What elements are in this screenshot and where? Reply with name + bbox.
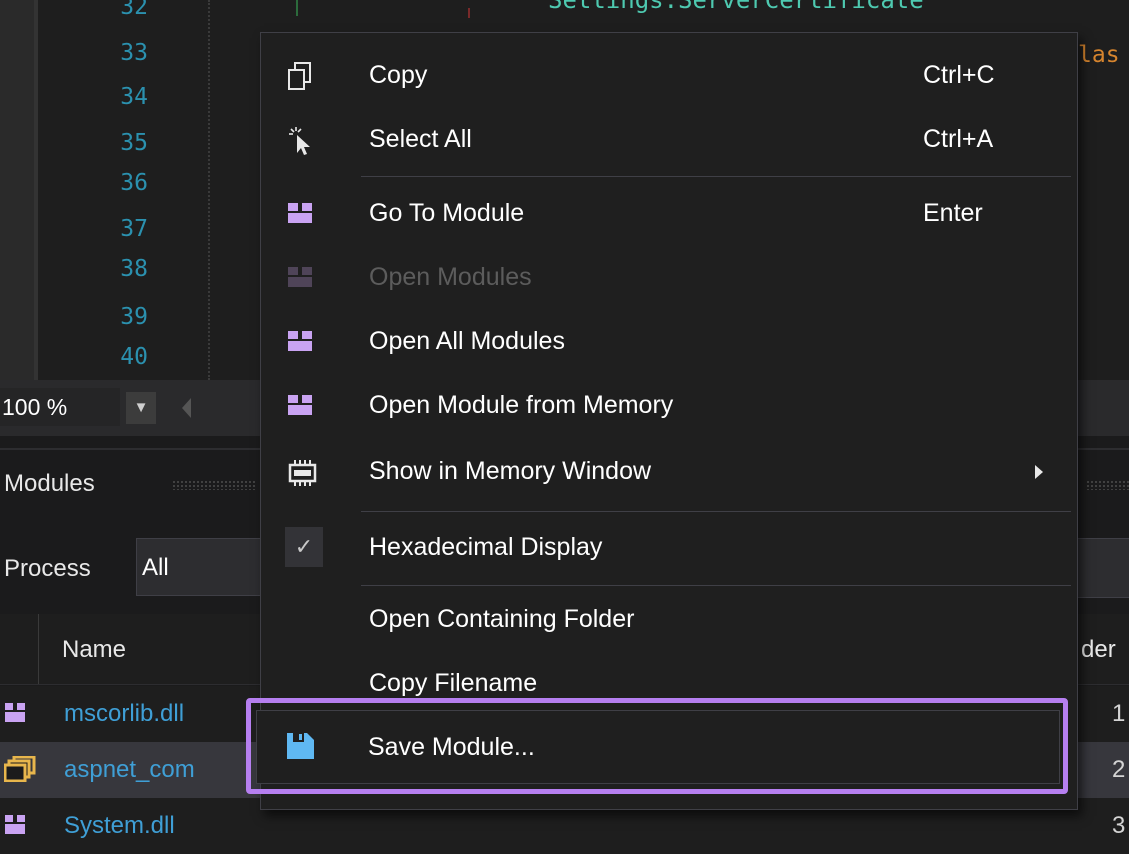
code-keyword[interactable]: las	[1078, 42, 1120, 68]
module-icon	[288, 203, 312, 223]
line-number: 36	[120, 170, 148, 196]
menu-item-label: Open Module from Memory	[369, 391, 674, 419]
menu-item-open-containing-folder[interactable]: Open Containing Folder	[261, 591, 1077, 651]
module-order: 1	[1112, 700, 1126, 727]
menu-item-label: Open Containing Folder	[369, 605, 635, 633]
menu-separator	[361, 585, 1071, 586]
module-order: 3	[1112, 812, 1126, 839]
panel-drag-grip[interactable]	[1086, 480, 1129, 490]
menu-item-label: Open Modules	[369, 263, 532, 291]
indent-guide	[208, 0, 210, 380]
menu-item-copy[interactable]: Copy Ctrl+C	[261, 47, 1077, 107]
module-icon	[5, 815, 25, 834]
line-number: 38	[120, 256, 148, 282]
module-order: 2	[1112, 756, 1126, 783]
menu-item-label: Show in Memory Window	[369, 457, 652, 485]
menu-item-select-all[interactable]: Select All Ctrl+A	[261, 111, 1077, 171]
change-marker	[468, 8, 470, 18]
column-separator[interactable]	[38, 614, 39, 684]
module-icon	[288, 331, 312, 351]
menu-item-label: Copy Filename	[369, 669, 538, 697]
memory-chip-icon	[288, 460, 317, 486]
module-name: System.dll	[64, 812, 175, 839]
menu-item-label: Save Module...	[368, 733, 535, 761]
menu-item-shortcut: Enter	[923, 199, 983, 227]
indicator-strip	[34, 0, 38, 380]
menu-item-open-all-modules[interactable]: Open All Modules	[261, 313, 1077, 373]
menu-item-go-to-module[interactable]: Go To Module Enter	[261, 185, 1077, 245]
column-header-order[interactable]: der	[1081, 636, 1116, 664]
copy-icon	[288, 62, 311, 90]
module-icon	[288, 395, 312, 415]
module-icon	[288, 267, 312, 287]
process-select[interactable]: All	[136, 538, 276, 596]
menu-item-label: Copy	[369, 61, 428, 89]
menu-item-hexadecimal-display[interactable]: ✓ Hexadecimal Display	[261, 519, 1077, 579]
select-all-icon	[289, 127, 310, 155]
process-label: Process	[4, 555, 91, 582]
process-select-end[interactable]	[1076, 538, 1129, 598]
line-number: 34	[120, 84, 148, 110]
panel-drag-grip[interactable]	[172, 480, 256, 490]
line-number: 35	[120, 130, 148, 156]
line-number: 33	[120, 40, 148, 66]
zoom-dropdown-button[interactable]: ▼	[126, 392, 156, 424]
menu-item-save-module[interactable]: Save Module...	[256, 710, 1060, 784]
code-line[interactable]: Settings.ServerCertificate	[548, 0, 924, 14]
menu-separator	[361, 511, 1071, 512]
change-marker	[296, 0, 298, 16]
module-name: mscorlib.dll	[64, 700, 185, 727]
editor-margin	[0, 0, 34, 380]
module-stack-icon	[4, 756, 36, 782]
menu-item-shortcut: Ctrl+C	[923, 61, 995, 89]
menu-item-show-in-memory-window[interactable]: Show in Memory Window	[261, 443, 1077, 503]
line-number: 32	[120, 0, 148, 20]
menu-item-label: Go To Module	[369, 199, 525, 227]
line-number: 39	[120, 304, 148, 330]
menu-item-shortcut: Ctrl+A	[923, 125, 994, 153]
column-header-name[interactable]: Name	[62, 636, 126, 664]
line-number: 40	[120, 344, 148, 370]
menu-item-label: Select All	[369, 125, 472, 153]
menu-item-label: Hexadecimal Display	[369, 533, 603, 561]
menu-item-label: Open All Modules	[369, 327, 565, 355]
submenu-arrow-icon	[1035, 465, 1043, 479]
menu-item-open-modules: Open Modules	[261, 249, 1077, 309]
save-icon	[287, 733, 314, 759]
module-icon	[5, 703, 25, 722]
scroll-left-arrow-icon[interactable]	[182, 398, 191, 418]
checkmark-icon: ✓	[285, 527, 323, 567]
zoom-level[interactable]: 100 %	[0, 388, 120, 426]
panel-title: Modules	[4, 470, 95, 497]
context-menu: Copy Ctrl+C Select All Ctrl+A Go To Modu…	[260, 32, 1078, 810]
menu-separator	[361, 176, 1071, 177]
module-name: aspnet_com	[64, 756, 195, 783]
line-number: 37	[120, 216, 148, 242]
menu-item-open-module-from-memory[interactable]: Open Module from Memory	[261, 377, 1077, 437]
